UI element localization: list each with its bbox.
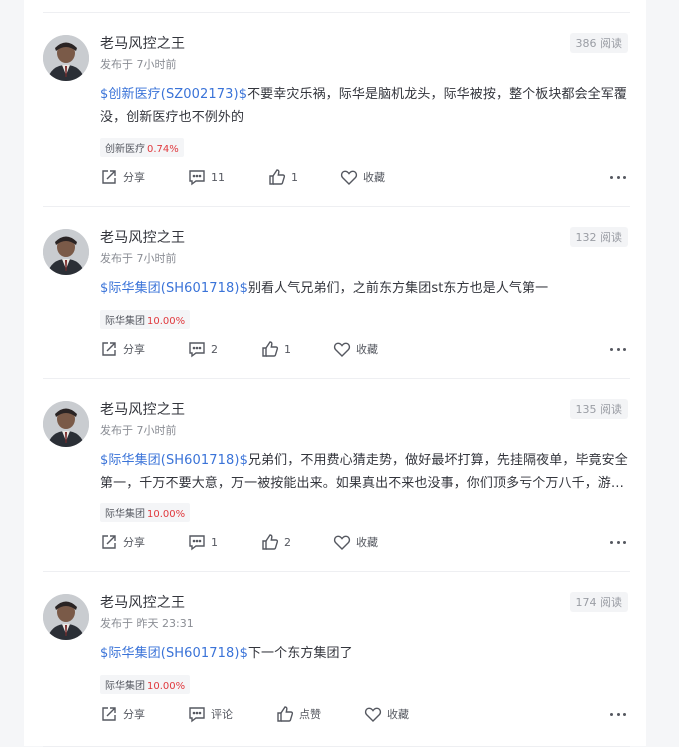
avatar[interactable] — [43, 594, 89, 640]
avatar[interactable] — [43, 229, 89, 275]
more-icon[interactable] — [610, 339, 626, 359]
avatar[interactable] — [43, 35, 89, 81]
post-time: 发布于 7小时前 — [100, 58, 177, 71]
share-icon — [102, 342, 116, 356]
more-icon[interactable] — [610, 167, 626, 187]
collect-button[interactable]: 收藏 — [340, 167, 385, 187]
like-button[interactable]: 1 — [268, 167, 298, 187]
post-time: 发布于 7小时前 — [100, 252, 177, 265]
collect-button[interactable]: 收藏 — [364, 704, 409, 724]
stock-name: 际华集团 — [105, 509, 145, 520]
post-feed: 老马风控之王 发布于 7小时前 386 阅读 $创新医疗(SZ002173)$不… — [24, 0, 646, 747]
more-icon[interactable] — [610, 532, 626, 552]
stock-tag-link[interactable]: $际华集团(SH601718)$ — [100, 281, 248, 296]
stock-tag-link[interactable]: $际华集团(SH601718)$ — [100, 646, 248, 661]
stock-tag-link[interactable]: $创新医疗(SZ002173)$ — [100, 87, 247, 102]
collect-label: 收藏 — [356, 536, 378, 549]
post-content[interactable]: $创新医疗(SZ002173)$不要幸灾乐祸，际华是脑机龙头，际华被按，整个板块… — [100, 83, 628, 129]
stock-change: 10.00% — [147, 681, 186, 692]
stock-chip[interactable]: 创新医疗 0.74% — [100, 138, 184, 157]
stock-name: 际华集团 — [105, 681, 145, 692]
view-count-badge: 174 阅读 — [569, 592, 628, 612]
comment-button[interactable]: 评论 — [188, 704, 233, 724]
stock-tag-link[interactable]: $际华集团(SH601718)$ — [100, 453, 248, 468]
stock-chip[interactable]: 际华集团 10.00% — [100, 675, 191, 694]
collect-icon — [333, 535, 351, 550]
like-button[interactable]: 点赞 — [276, 704, 321, 724]
stock-name: 际华集团 — [105, 316, 145, 327]
collect-label: 收藏 — [387, 708, 409, 721]
comment-icon — [189, 535, 205, 551]
collect-label: 收藏 — [363, 171, 385, 184]
post-time: 发布于 7小时前 — [100, 424, 177, 437]
comment-icon — [189, 170, 205, 186]
post-content[interactable]: $际华集团(SH601718)$别看人气兄弟们，之前东方集团st东方也是人气第一 — [100, 277, 628, 300]
like-icon — [262, 534, 279, 550]
stock-name: 创新医疗 — [105, 144, 145, 155]
post-card: 老马风控之王 发布于 昨天 23:31 174 阅读 $际华集团(SH60171… — [43, 571, 630, 747]
share-label: 分享 — [123, 708, 145, 721]
collect-label: 收藏 — [356, 343, 378, 356]
collect-button[interactable]: 收藏 — [333, 532, 378, 552]
post-content[interactable]: $际华集团(SH601718)$下一个东方集团了 — [100, 642, 628, 665]
collect-icon — [340, 170, 358, 185]
author-name[interactable]: 老马风控之王 — [100, 592, 185, 612]
action-bar: 分享 评论 点赞 收藏 — [100, 704, 628, 724]
view-count-badge: 132 阅读 — [569, 227, 628, 247]
stock-chip[interactable]: 际华集团 10.00% — [100, 503, 191, 522]
post-time: 发布于 昨天 23:31 — [100, 617, 194, 630]
like-button[interactable]: 1 — [261, 339, 291, 359]
like-icon — [269, 169, 286, 185]
like-icon — [262, 341, 279, 357]
share-label: 分享 — [123, 343, 145, 356]
action-bar: 分享 11 1 收藏 — [100, 167, 628, 187]
share-label: 分享 — [123, 171, 145, 184]
collect-button[interactable]: 收藏 — [333, 339, 378, 359]
share-button[interactable]: 分享 — [100, 532, 145, 552]
share-icon — [102, 170, 116, 184]
collect-icon — [333, 342, 351, 357]
collect-icon — [364, 707, 382, 722]
author-name[interactable]: 老马风控之王 — [100, 227, 185, 247]
share-button[interactable]: 分享 — [100, 339, 145, 359]
share-icon — [102, 707, 116, 721]
comment-button[interactable]: 11 — [188, 167, 225, 187]
comment-button[interactable]: 1 — [188, 532, 218, 552]
post-content[interactable]: $际华集团(SH601718)$兄弟们，不用费心猜走势，做好最坏打算，先挂隔夜单… — [100, 449, 628, 495]
like-button[interactable]: 2 — [261, 532, 291, 552]
share-button[interactable]: 分享 — [100, 167, 145, 187]
comment-label: 评论 — [211, 708, 233, 721]
post-card: 老马风控之王 发布于 7小时前 132 阅读 $际华集团(SH601718)$别… — [43, 206, 630, 379]
comment-count: 1 — [211, 535, 218, 549]
comment-button[interactable]: 2 — [188, 339, 218, 359]
view-count-badge: 386 阅读 — [569, 33, 628, 53]
stock-change: 10.00% — [147, 509, 186, 520]
comment-count: 2 — [211, 342, 218, 356]
post-text: 下一个东方集团了 — [247, 646, 353, 661]
post-text: 别看人气兄弟们，之前东方集团st东方也是人气第一 — [247, 281, 549, 296]
author-name[interactable]: 老马风控之王 — [100, 399, 185, 419]
more-icon[interactable] — [610, 704, 626, 724]
like-count: 2 — [284, 535, 291, 549]
like-icon — [277, 706, 294, 722]
share-icon — [102, 535, 116, 549]
comment-count: 11 — [211, 170, 225, 184]
view-count-badge: 135 阅读 — [569, 399, 628, 419]
share-button[interactable]: 分享 — [100, 704, 145, 724]
like-count: 1 — [291, 170, 298, 184]
share-label: 分享 — [123, 536, 145, 549]
like-label: 点赞 — [299, 708, 321, 721]
comment-icon — [189, 707, 205, 723]
like-count: 1 — [284, 342, 291, 356]
post-card: 老马风控之王 发布于 7小时前 135 阅读 $际华集团(SH601718)$兄… — [43, 378, 630, 572]
comment-icon — [189, 342, 205, 358]
avatar[interactable] — [43, 401, 89, 447]
action-bar: 分享 1 2 收藏 — [100, 532, 628, 552]
stock-chip[interactable]: 际华集团 10.00% — [100, 310, 191, 329]
author-name[interactable]: 老马风控之王 — [100, 33, 185, 53]
action-bar: 分享 2 1 收藏 — [100, 339, 628, 359]
stock-change: 10.00% — [147, 316, 186, 327]
post-card: 老马风控之王 发布于 7小时前 386 阅读 $创新医疗(SZ002173)$不… — [43, 12, 630, 207]
stock-change: 0.74% — [147, 144, 179, 155]
